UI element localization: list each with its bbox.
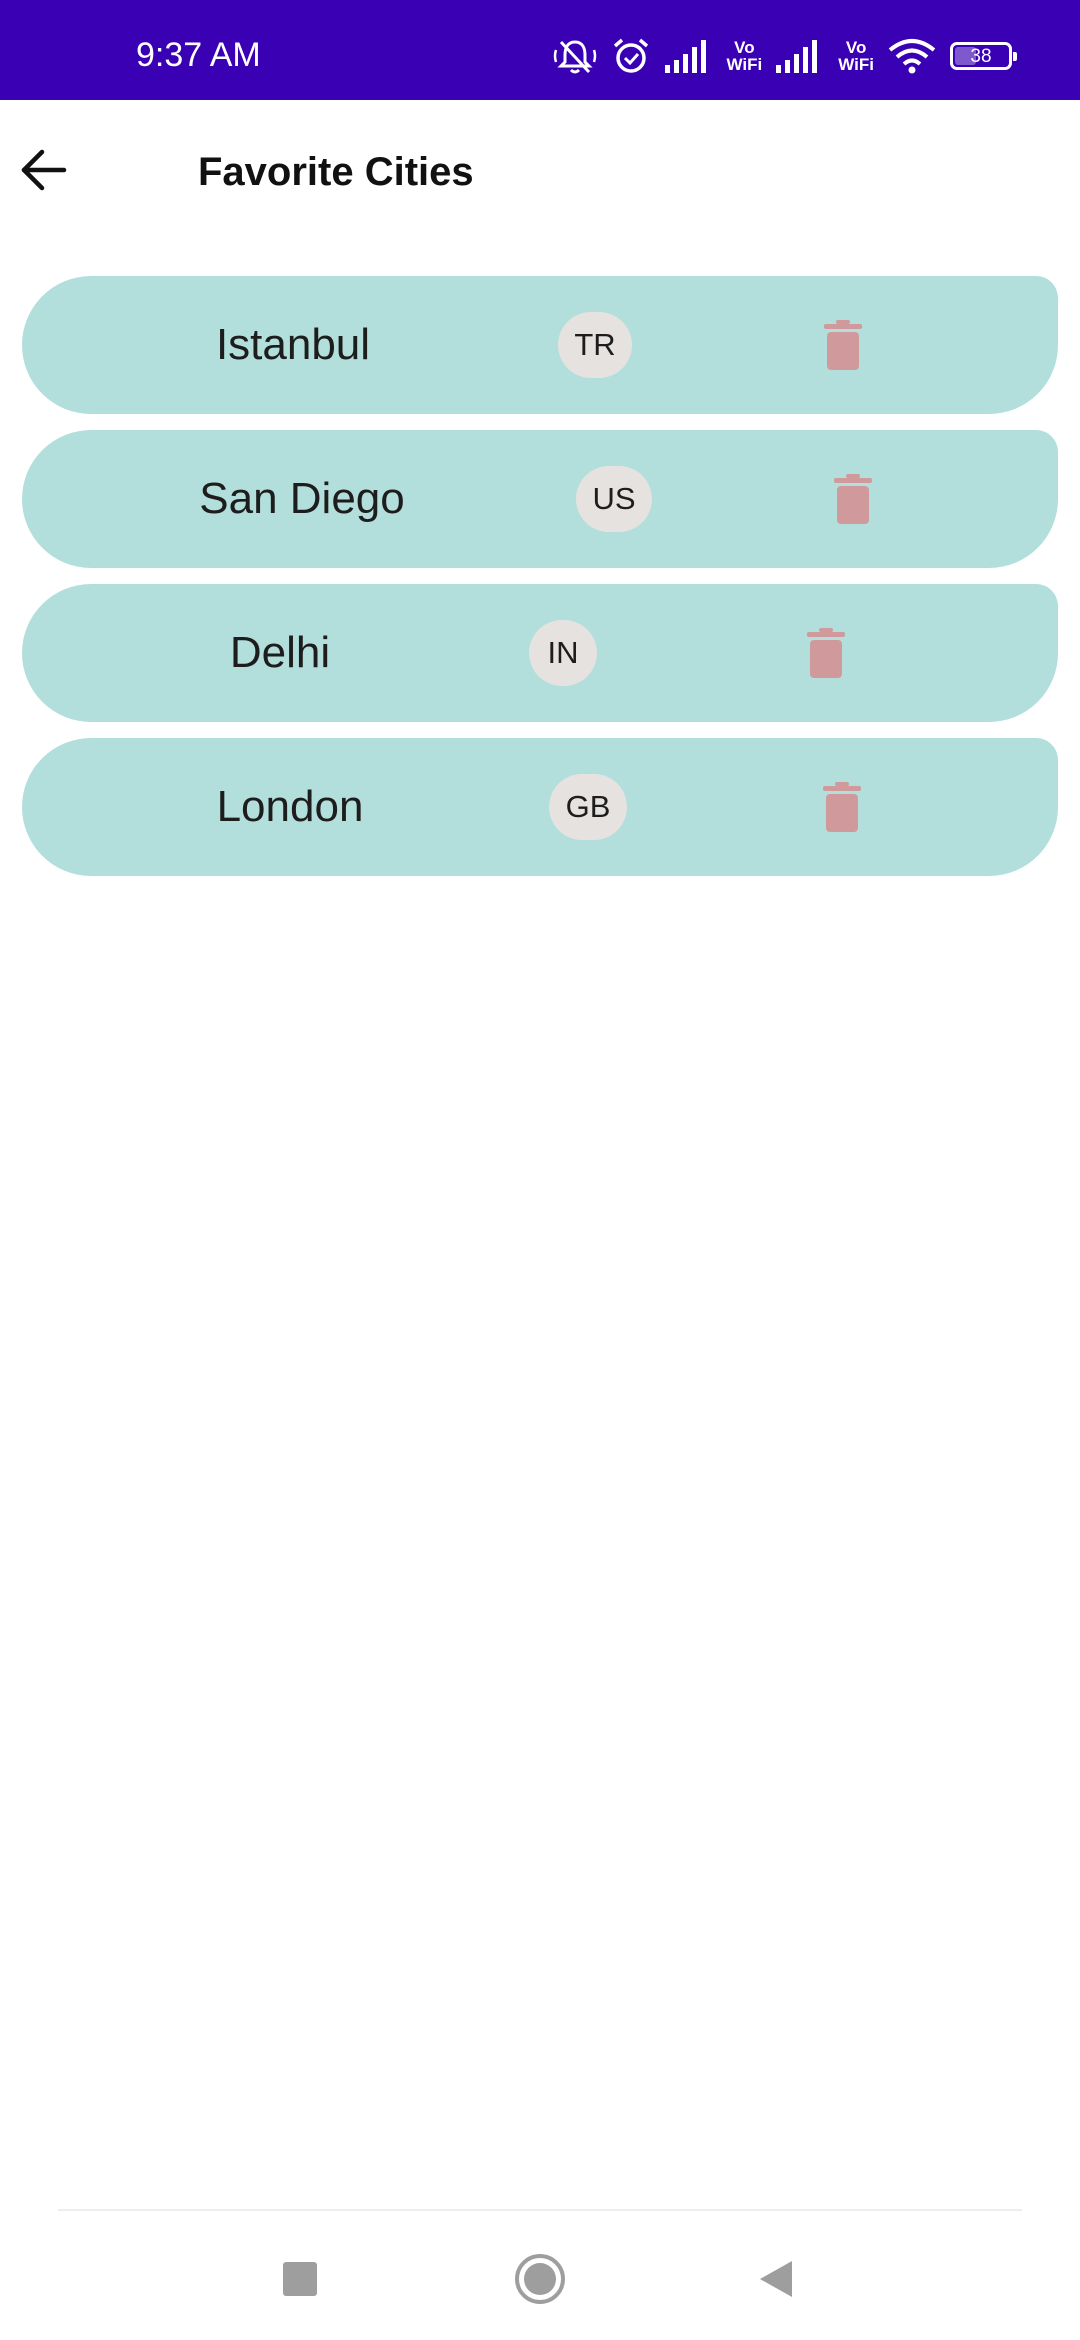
app-bar: Favorite Cities	[0, 100, 1080, 256]
mute-icon	[553, 36, 597, 76]
status-time: 9:37 AM	[136, 36, 261, 74]
vowifi-icon: Vo WiFi	[838, 39, 874, 73]
status-icons: Vo WiFi Vo WiFi 38	[553, 36, 1017, 76]
country-code-chip: IN	[529, 620, 597, 686]
trash-icon	[807, 628, 845, 678]
signal-icon	[776, 39, 824, 73]
city-name: London	[216, 782, 364, 831]
vowifi-top-text: Vo	[734, 38, 755, 57]
arrow-left-icon	[20, 148, 68, 197]
signal-icon	[664, 39, 713, 73]
vowifi-top-text: Vo	[845, 38, 867, 57]
city-card-istanbul[interactable]: Istanbul TR	[22, 276, 1058, 414]
system-nav-bar	[0, 2211, 1080, 2340]
delete-button[interactable]	[814, 778, 870, 836]
country-code-chip: US	[576, 466, 652, 532]
home-circle-icon	[515, 2254, 565, 2304]
home-button[interactable]	[510, 2249, 570, 2309]
page-title: Favorite Cities	[198, 150, 474, 194]
status-bar: 9:37 AM Vo WiFi Vo WiFi 38	[0, 0, 1080, 100]
vowifi-bottom-text: WiFi	[838, 55, 874, 74]
battery-icon: 38	[950, 42, 1017, 70]
back-nav-button[interactable]	[746, 2249, 806, 2309]
city-name: San Diego	[199, 474, 405, 523]
delete-button[interactable]	[815, 316, 871, 374]
trash-icon	[823, 782, 861, 832]
country-code-chip: TR	[558, 312, 632, 378]
battery-level-text: 38	[970, 45, 992, 67]
city-name: Istanbul	[215, 320, 371, 369]
vowifi-bottom-text: WiFi	[726, 55, 763, 74]
recents-button[interactable]	[270, 2249, 330, 2309]
city-name: Delhi	[229, 628, 331, 677]
city-card-delhi[interactable]: Delhi IN	[22, 584, 1058, 722]
back-button[interactable]	[14, 142, 74, 202]
trash-icon	[834, 474, 872, 524]
recents-square-icon	[283, 2262, 317, 2296]
vowifi-icon: Vo WiFi	[727, 39, 763, 73]
city-card-san-diego[interactable]: San Diego US	[22, 430, 1058, 568]
trash-icon	[824, 320, 862, 370]
city-list: Istanbul TR San Diego US Delhi IN London…	[22, 276, 1058, 892]
back-triangle-icon	[760, 2261, 792, 2297]
battery-nub	[1013, 52, 1017, 61]
wifi-icon	[888, 38, 936, 74]
alarm-icon	[611, 36, 651, 76]
delete-button[interactable]	[825, 470, 881, 528]
delete-button[interactable]	[798, 624, 854, 682]
country-code-chip: GB	[549, 774, 627, 840]
city-card-london[interactable]: London GB	[22, 738, 1058, 876]
